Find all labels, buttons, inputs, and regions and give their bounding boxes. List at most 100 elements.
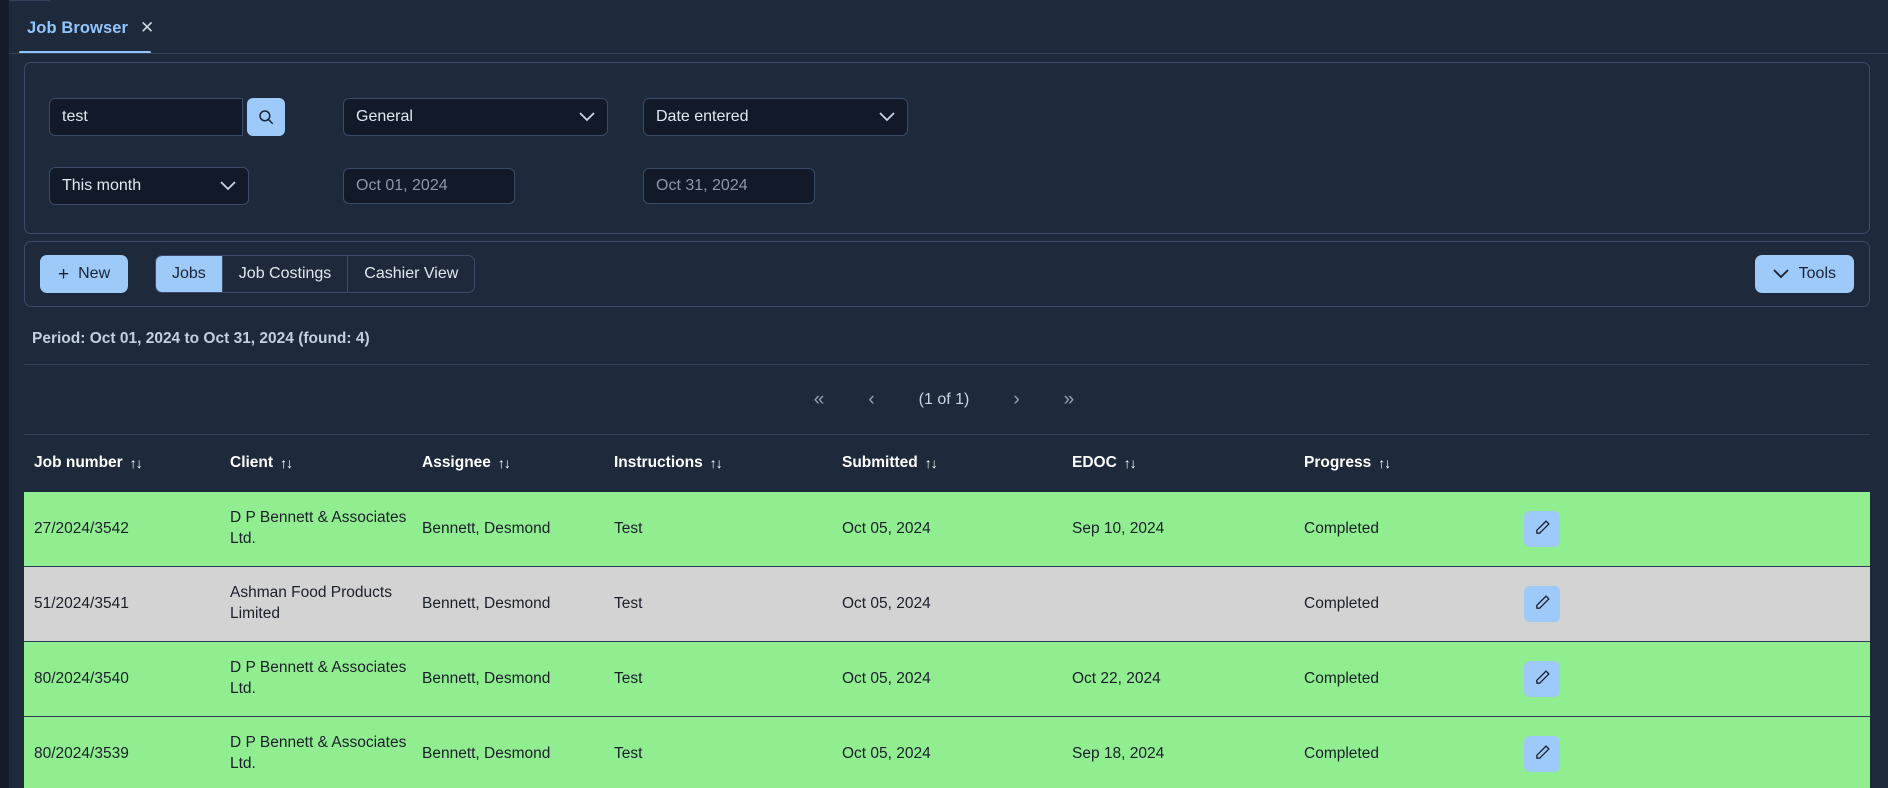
cell-job-number: 80/2024/3539 [34, 717, 230, 788]
search-input[interactable] [49, 98, 243, 136]
edit-pencil-icon [1534, 669, 1551, 689]
sort-icon[interactable]: ↑↓ [280, 455, 293, 471]
tab-cashier-view[interactable]: Cashier View [348, 256, 474, 292]
cell-assignee-text: Bennett, Desmond [422, 519, 551, 537]
pagination-next-button[interactable]: › [991, 386, 1041, 413]
edit-pencil-icon [1534, 519, 1551, 539]
cell-assignee-text: Bennett, Desmond [422, 594, 551, 612]
cell-submitted: Oct 05, 2024 [842, 567, 1072, 641]
column-header-submitted[interactable]: Submitted ↑↓ [842, 454, 1072, 472]
cell-client-text: Ashman Food Products Limited [230, 584, 392, 622]
cell-client: D P Bennett & Associates Ltd. [230, 642, 422, 716]
column-header-assignee[interactable]: Assignee ↑↓ [422, 454, 614, 472]
tools-button-label: Tools [1798, 265, 1836, 282]
table-row[interactable]: 27/2024/3542 D P Bennett & Associates Ltd… [24, 492, 1870, 567]
tab-job-browser[interactable]: Job Browser ✕ [13, 9, 168, 57]
date-type-select-value: Date entered [656, 108, 749, 125]
cell-actions [1524, 642, 1674, 716]
table-body: 27/2024/3542 D P Bennett & Associates Ltd… [24, 492, 1870, 788]
cell-edoc-text: Sep 10, 2024 [1072, 519, 1165, 537]
cell-client-text: D P Bennett & Associates Ltd. [230, 734, 407, 772]
period-select-value: This month [62, 177, 142, 194]
cell-submitted: Oct 05, 2024 [842, 717, 1072, 788]
cell-instructions-text: Test [614, 519, 643, 537]
column-label: Client [230, 454, 274, 471]
cell-submitted-text: Oct 05, 2024 [842, 519, 931, 537]
new-button[interactable]: + New [40, 255, 129, 293]
view-mode-tabs: Jobs Job Costings Cashier View [155, 255, 476, 293]
cell-edoc-text: Oct 22, 2024 [1072, 669, 1161, 687]
column-header-job-number[interactable]: Job number ↑↓ [34, 454, 230, 472]
category-select[interactable]: General [343, 98, 608, 136]
period-select[interactable]: This month [49, 167, 249, 205]
cell-assignee: Bennett, Desmond [422, 717, 614, 788]
cell-job-number-text: 51/2024/3541 [34, 594, 129, 612]
column-header-edoc[interactable]: EDOC ↑↓ [1072, 454, 1304, 472]
cell-progress-text: Completed [1304, 744, 1379, 762]
close-icon[interactable]: ✕ [140, 19, 154, 36]
cell-job-number-text: 80/2024/3539 [34, 744, 129, 762]
date-to-input[interactable] [643, 168, 815, 204]
cell-job-number: 27/2024/3542 [34, 492, 230, 566]
cell-progress: Completed [1304, 717, 1524, 788]
sort-icon[interactable]: ↑↓ [130, 455, 143, 471]
cell-progress: Completed [1304, 642, 1524, 716]
search-icon [257, 108, 275, 126]
table-row[interactable]: 51/2024/3541 Ashman Food Products Limited… [24, 567, 1870, 642]
cell-edoc: Sep 10, 2024 [1072, 492, 1304, 566]
cell-submitted-text: Oct 05, 2024 [842, 744, 931, 762]
cell-edoc: Oct 22, 2024 [1072, 642, 1304, 716]
cell-actions [1524, 567, 1674, 641]
edit-pencil-icon [1534, 744, 1551, 764]
pagination-last-button[interactable]: » [1042, 386, 1097, 413]
edit-row-button[interactable] [1524, 661, 1560, 697]
column-label: Job number [34, 454, 123, 471]
edit-row-button[interactable] [1524, 736, 1560, 772]
sort-icon[interactable]: ↑↓ [1378, 455, 1391, 471]
date-from-input[interactable] [343, 168, 515, 204]
tools-button[interactable]: Tools [1754, 255, 1854, 293]
search-button[interactable] [247, 98, 285, 136]
chevron-down-icon [579, 111, 595, 124]
pagination-label: (1 of 1) [918, 390, 970, 408]
cell-assignee-text: Bennett, Desmond [422, 744, 551, 762]
edit-row-button[interactable] [1524, 511, 1560, 547]
cell-instructions: Test [614, 567, 842, 641]
edit-row-button[interactable] [1524, 586, 1560, 622]
pagination-prev-button[interactable]: ‹ [846, 386, 896, 413]
cell-job-number-text: 27/2024/3542 [34, 519, 129, 537]
cell-submitted-text: Oct 05, 2024 [842, 669, 931, 687]
edit-pencil-icon [1534, 594, 1551, 614]
sort-icon[interactable]: ↑↓ [1124, 455, 1137, 471]
tab-job-costings[interactable]: Job Costings [223, 256, 349, 292]
tab-job-browser-label: Job Browser [27, 19, 129, 37]
column-header-client[interactable]: Client ↑↓ [230, 454, 422, 472]
table-row[interactable]: 80/2024/3539 D P Bennett & Associates Ltd… [24, 717, 1870, 788]
cell-submitted: Oct 05, 2024 [842, 492, 1072, 566]
cell-progress-text: Completed [1304, 594, 1379, 612]
jobs-table: Job number ↑↓ Client ↑↓ Assignee ↑↓ Inst… [24, 434, 1870, 788]
column-header-progress[interactable]: Progress ↑↓ [1304, 454, 1524, 472]
tab-bar-divider [9, 53, 1888, 54]
cell-client-text: D P Bennett & Associates Ltd. [230, 659, 407, 697]
cell-edoc-text: Sep 18, 2024 [1072, 744, 1165, 762]
cell-assignee: Bennett, Desmond [422, 492, 614, 566]
tab-bar: Job Browser ✕ [9, 0, 1888, 56]
sort-icon[interactable]: ↑↓ [925, 455, 938, 471]
column-label: Submitted [842, 454, 918, 471]
cell-job-number: 51/2024/3541 [34, 567, 230, 641]
pagination-first-button[interactable]: « [792, 386, 847, 413]
cell-progress: Completed [1304, 492, 1524, 566]
tab-jobs[interactable]: Jobs [156, 256, 223, 292]
cell-progress-text: Completed [1304, 519, 1379, 537]
cell-edoc [1072, 567, 1304, 641]
cell-instructions-text: Test [614, 594, 643, 612]
date-type-select[interactable]: Date entered [643, 98, 908, 136]
job-browser-app: Job Browser ✕ General [0, 0, 1888, 788]
cell-client: Ashman Food Products Limited [230, 567, 422, 641]
sort-icon[interactable]: ↑↓ [710, 455, 723, 471]
table-row[interactable]: 80/2024/3540 D P Bennett & Associates Ltd… [24, 642, 1870, 717]
cell-client-text: D P Bennett & Associates Ltd. [230, 509, 407, 547]
sort-icon[interactable]: ↑↓ [498, 455, 511, 471]
column-header-instructions[interactable]: Instructions ↑↓ [614, 454, 842, 472]
